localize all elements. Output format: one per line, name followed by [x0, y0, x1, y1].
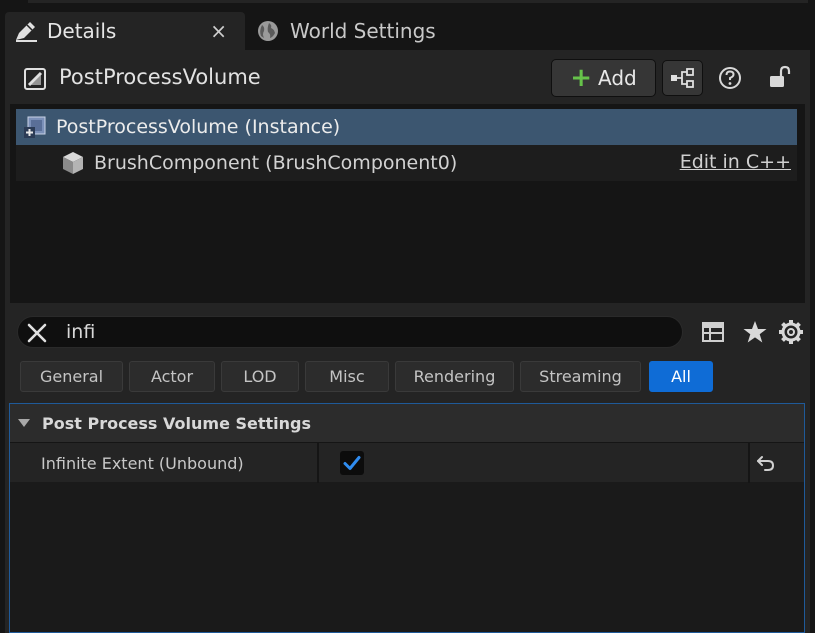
- plus-icon: +: [570, 63, 593, 93]
- cube-icon: [63, 152, 83, 174]
- property-name: Infinite Extent (Unbound): [41, 454, 244, 473]
- table-icon[interactable]: [701, 320, 725, 344]
- tree-item-brush-component[interactable]: BrushComponent (BrushComponent0) Edit in…: [16, 145, 797, 181]
- tab-world-settings-label: World Settings: [290, 19, 436, 43]
- category-label: Post Process Volume Settings: [42, 413, 312, 433]
- clear-icon[interactable]: [26, 322, 48, 344]
- volume-icon: [24, 116, 46, 138]
- actor-name: PostProcessVolume: [59, 65, 261, 89]
- search-box: [17, 316, 683, 348]
- property-section: Post Process Volume Settings Infinite Ex…: [9, 403, 805, 633]
- filter-general[interactable]: General: [20, 361, 123, 392]
- details-icon: [16, 22, 37, 42]
- filter-lod[interactable]: LOD: [221, 361, 299, 392]
- top-strip: [0, 0, 815, 8]
- edit-in-cpp-link[interactable]: Edit in C++: [680, 151, 791, 173]
- globe-icon: [258, 21, 278, 41]
- filter-all[interactable]: All: [649, 361, 713, 392]
- category-header-post-process-volume-settings[interactable]: Post Process Volume Settings: [10, 404, 804, 442]
- tree-root-label: PostProcessVolume (Instance): [56, 116, 341, 138]
- search-input[interactable]: [66, 319, 666, 345]
- tab-details-label: Details: [47, 19, 117, 43]
- property-row-infinite-extent: Infinite Extent (Unbound): [10, 442, 804, 483]
- filter-streaming[interactable]: Streaming: [520, 361, 641, 392]
- tree-child-label: BrushComponent (BrushComponent0): [94, 152, 458, 174]
- component-tree: PostProcessVolume (Instance) BrushCompon…: [10, 104, 805, 303]
- filter-rendering[interactable]: Rendering: [395, 361, 514, 392]
- caret-down-icon: [18, 419, 30, 427]
- details-header: PostProcessVolume + Add: [5, 50, 810, 104]
- reset-arrow-icon[interactable]: [756, 453, 776, 473]
- details-panel: PostProcessVolume + Add PostProcessVolum…: [5, 50, 810, 633]
- tab-bar: Details × World Settings: [0, 8, 815, 50]
- tab-world-settings[interactable]: World Settings: [252, 12, 452, 50]
- help-icon[interactable]: [717, 65, 743, 91]
- top-strip-line: [28, 0, 808, 3]
- infinite-extent-checkbox[interactable]: [340, 451, 364, 475]
- filter-misc[interactable]: Misc: [305, 361, 389, 392]
- tree-item-root-instance[interactable]: PostProcessVolume (Instance): [16, 109, 797, 145]
- tab-close-button[interactable]: ×: [210, 19, 227, 43]
- blueprint-icon: [670, 68, 694, 88]
- blueprint-button[interactable]: [662, 60, 703, 96]
- tab-details[interactable]: Details ×: [5, 12, 245, 50]
- lock-open-icon[interactable]: [767, 64, 793, 90]
- checkmark-icon: [343, 456, 361, 470]
- actor-icon: [24, 68, 46, 90]
- add-component-button[interactable]: + Add: [551, 59, 656, 97]
- add-button-label: Add: [598, 66, 637, 90]
- reset-column-divider: [748, 443, 750, 483]
- column-divider[interactable]: [317, 443, 319, 483]
- filter-actor[interactable]: Actor: [129, 361, 215, 392]
- gear-icon[interactable]: [778, 319, 804, 345]
- star-icon[interactable]: [742, 319, 768, 345]
